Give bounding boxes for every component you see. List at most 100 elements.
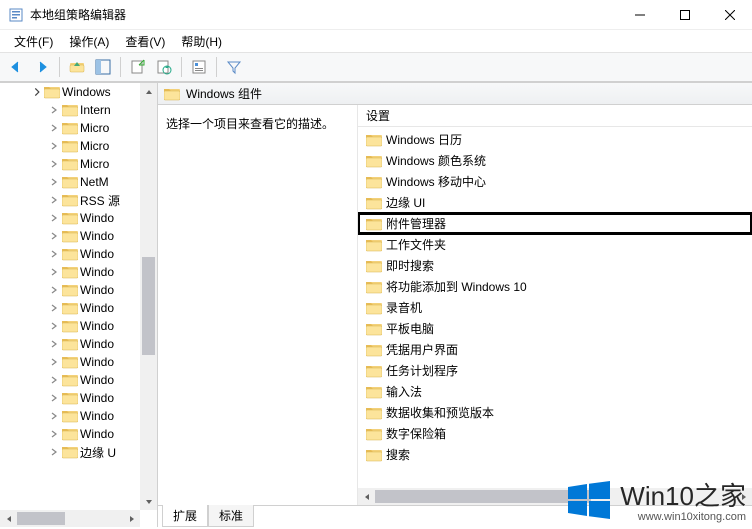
tree-item[interactable]: Intern: [0, 101, 157, 119]
filter-button[interactable]: [222, 55, 246, 79]
chevron-down-icon[interactable]: [30, 86, 42, 98]
tree-item[interactable]: Micro: [0, 137, 157, 155]
list-item[interactable]: 边缘 UI: [358, 192, 752, 213]
scroll-up-icon[interactable]: [140, 83, 157, 100]
list-item[interactable]: Windows 颜色系统: [358, 150, 752, 171]
tree-item-label: Micro: [80, 121, 109, 135]
chevron-right-icon[interactable]: [48, 194, 60, 206]
chevron-right-icon[interactable]: [48, 248, 60, 260]
tree-horizontal-scrollbar[interactable]: [0, 510, 140, 527]
chevron-right-icon[interactable]: [48, 176, 60, 188]
tree-item-label: RSS 源: [80, 192, 120, 209]
list-item[interactable]: 录音机: [358, 297, 752, 318]
properties-button[interactable]: [187, 55, 211, 79]
list-item[interactable]: 任务计划程序: [358, 360, 752, 381]
chevron-right-icon[interactable]: [48, 428, 60, 440]
chevron-right-icon[interactable]: [48, 122, 60, 134]
folder-icon: [62, 319, 78, 333]
chevron-right-icon[interactable]: [48, 212, 60, 224]
tree-item[interactable]: Micro: [0, 119, 157, 137]
list-item[interactable]: 搜索: [358, 444, 752, 465]
list-item[interactable]: 工作文件夹: [358, 234, 752, 255]
tree-item[interactable]: Windo: [0, 407, 157, 425]
tab-extended[interactable]: 扩展: [162, 505, 208, 527]
maximize-button[interactable]: [662, 0, 707, 30]
tree-item-label: Windo: [80, 319, 114, 333]
list-horizontal-scrollbar[interactable]: [358, 488, 752, 505]
chevron-right-icon[interactable]: [48, 158, 60, 170]
folder-icon: [62, 445, 78, 459]
tree-vertical-scrollbar[interactable]: [140, 83, 157, 510]
settings-column-header[interactable]: 设置: [358, 105, 752, 127]
content-header: Windows 组件: [158, 83, 752, 105]
chevron-right-icon[interactable]: [48, 392, 60, 404]
chevron-right-icon[interactable]: [48, 230, 60, 242]
tree-item-label: 边缘 U: [80, 444, 116, 461]
up-button[interactable]: [65, 55, 89, 79]
tree-item[interactable]: Windo: [0, 263, 157, 281]
scroll-left-icon[interactable]: [0, 510, 17, 527]
menu-view[interactable]: 查看(V): [117, 31, 173, 52]
tree-item[interactable]: Windo: [0, 353, 157, 371]
tree-item[interactable]: 边缘 U: [0, 443, 157, 461]
back-button[interactable]: [4, 55, 28, 79]
chevron-right-icon[interactable]: [48, 140, 60, 152]
refresh-button[interactable]: [152, 55, 176, 79]
close-button[interactable]: [707, 0, 752, 30]
folder-icon: [62, 139, 78, 153]
tree-item-label: Windo: [80, 265, 114, 279]
scroll-down-icon[interactable]: [140, 493, 157, 510]
show-hide-tree-button[interactable]: [91, 55, 115, 79]
chevron-right-icon[interactable]: [48, 446, 60, 458]
tree-item[interactable]: Windo: [0, 299, 157, 317]
folder-icon: [62, 337, 78, 351]
tree-item-label: Intern: [80, 103, 111, 117]
scroll-right-icon[interactable]: [123, 510, 140, 527]
export-button[interactable]: [126, 55, 150, 79]
tree-item[interactable]: NetM: [0, 173, 157, 191]
tree-pane: WindowsInternMicroMicroMicroNetMRSS 源Win…: [0, 83, 158, 527]
tree-item[interactable]: Windo: [0, 317, 157, 335]
menu-help[interactable]: 帮助(H): [173, 31, 230, 52]
tree-item[interactable]: Windo: [0, 209, 157, 227]
tree-item[interactable]: RSS 源: [0, 191, 157, 209]
list-item[interactable]: Windows 移动中心: [358, 171, 752, 192]
list-item[interactable]: 将功能添加到 Windows 10: [358, 276, 752, 297]
tree-item[interactable]: Windo: [0, 227, 157, 245]
list-item[interactable]: 即时搜索: [358, 255, 752, 276]
chevron-right-icon[interactable]: [48, 104, 60, 116]
list-item[interactable]: 凭据用户界面: [358, 339, 752, 360]
menu-file[interactable]: 文件(F): [6, 31, 61, 52]
chevron-right-icon[interactable]: [48, 374, 60, 386]
list-item[interactable]: Windows 日历: [358, 129, 752, 150]
minimize-button[interactable]: [617, 0, 662, 30]
tree-item[interactable]: Windo: [0, 281, 157, 299]
chevron-right-icon[interactable]: [48, 284, 60, 296]
list-item[interactable]: 平板电脑: [358, 318, 752, 339]
list-item[interactable]: 附件管理器: [358, 213, 752, 234]
list-item-label: 数字保险箱: [386, 425, 446, 442]
title-bar: 本地组策略编辑器: [0, 0, 752, 30]
scroll-left-icon[interactable]: [358, 488, 375, 505]
chevron-right-icon[interactable]: [48, 410, 60, 422]
tree-item[interactable]: Windo: [0, 335, 157, 353]
chevron-right-icon[interactable]: [48, 320, 60, 332]
list-item-label: 搜索: [386, 446, 410, 463]
chevron-right-icon[interactable]: [48, 356, 60, 368]
tab-standard[interactable]: 标准: [208, 505, 254, 527]
list-item[interactable]: 数据收集和预览版本: [358, 402, 752, 423]
tree-item[interactable]: Windo: [0, 389, 157, 407]
chevron-right-icon[interactable]: [48, 302, 60, 314]
tree-item[interactable]: Micro: [0, 155, 157, 173]
list-item[interactable]: 输入法: [358, 381, 752, 402]
tree-item[interactable]: Windo: [0, 425, 157, 443]
tree-item[interactable]: Windo: [0, 245, 157, 263]
chevron-right-icon[interactable]: [48, 266, 60, 278]
tree-item[interactable]: Windo: [0, 371, 157, 389]
scroll-right-icon[interactable]: [735, 488, 752, 505]
tree-item-windows[interactable]: Windows: [0, 83, 157, 101]
forward-button[interactable]: [30, 55, 54, 79]
menu-action[interactable]: 操作(A): [61, 31, 117, 52]
chevron-right-icon[interactable]: [48, 338, 60, 350]
list-item[interactable]: 数字保险箱: [358, 423, 752, 444]
